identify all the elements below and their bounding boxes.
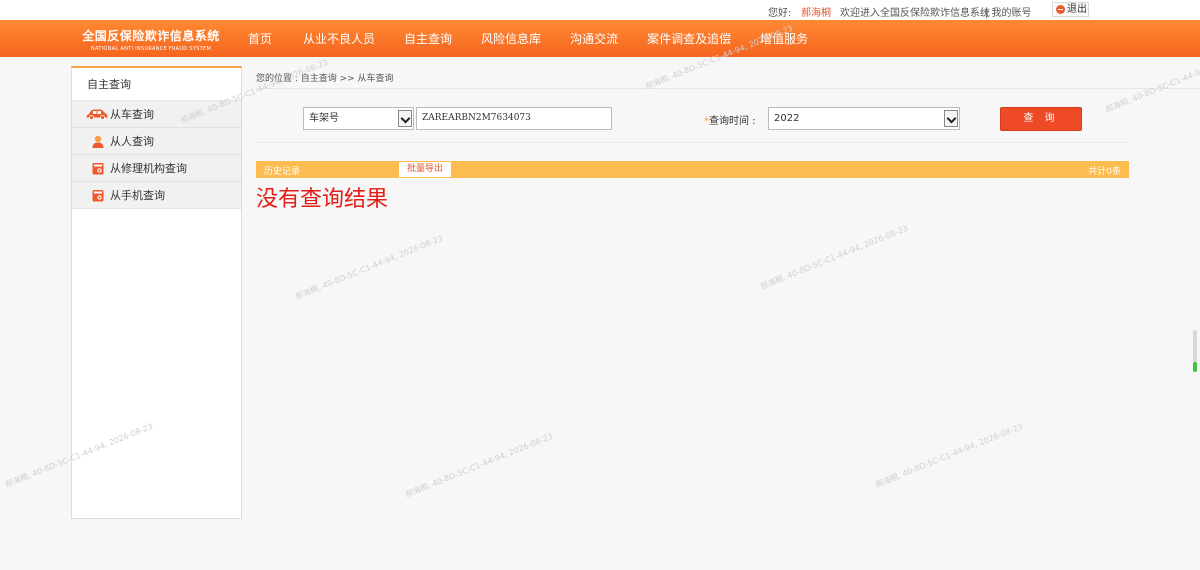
- scrollbar-thumb[interactable]: [1193, 362, 1197, 372]
- sidebar-title: 自主查询: [72, 68, 241, 101]
- search-type-value: 车架号: [309, 113, 339, 124]
- sidebar-item-vehicle-query[interactable]: 从车查询: [72, 101, 241, 128]
- sidebar-item-label: 从手机查询: [110, 189, 165, 202]
- search-form: 车架号 ZAREARBN2M7634073 *查询时间 : 2022 查 询: [256, 105, 1129, 143]
- vin-input[interactable]: ZAREARBN2M7634073: [416, 107, 612, 130]
- query-time-select[interactable]: 2022: [768, 107, 960, 130]
- logout-label: 退出: [1067, 4, 1087, 15]
- nav-bad-practitioners[interactable]: 从业不良人员: [292, 20, 386, 57]
- breadcrumb: 您的位置 : 自主查询 >> 从车查询: [256, 71, 1200, 89]
- logout-button[interactable]: 退出: [1052, 2, 1089, 17]
- search-type-select[interactable]: 车架号: [303, 107, 414, 130]
- sidebar-item-label: 从修理机构查询: [110, 162, 187, 175]
- chevron-down-icon[interactable]: [944, 110, 958, 127]
- sidebar-item-phone-query[interactable]: 从手机查询: [72, 182, 241, 209]
- sidebar-item-label: 从车查询: [110, 108, 154, 121]
- query-time-text: 查询时间 :: [709, 116, 756, 127]
- watermark: 郝海桐, 40-8D-5C-C1-44-94, 2026-08-23: [874, 421, 1025, 490]
- document-icon: [92, 190, 104, 202]
- query-time-value: 2022: [774, 113, 800, 124]
- logo-subtitle: NATIONAL ANTI INSURANCE FRAUD SYSTEM: [90, 46, 212, 52]
- watermark: 郝海桐, 40-8D-5C-C1-44-94, 2026-08-23: [404, 431, 555, 500]
- main-nav: 首页 从业不良人员 自主查询 风险信息库 沟通交流 案件调查及追偿 增值服务: [237, 20, 826, 57]
- logout-icon: [1056, 5, 1065, 14]
- nav-value-added[interactable]: 增值服务: [749, 20, 819, 57]
- history-label: 历史记录: [264, 167, 301, 177]
- result-bar: 历史记录 批量导出 共计0条: [256, 161, 1129, 178]
- top-strip: 您好: 郝海桐 欢迎进入全国反保险欺诈信息系统 | 我的账号 退出: [0, 0, 1200, 20]
- welcome-text: 欢迎进入全国反保险欺诈信息系统: [840, 8, 990, 19]
- car-icon: [86, 109, 108, 120]
- nav-risk-database[interactable]: 风险信息库: [470, 20, 552, 57]
- watermark: 郝海桐, 40-8D-5C-C1-44-94, 2026-08-23: [294, 233, 445, 302]
- watermark: 郝海桐, 40-8D-5C-C1-44-94, 2026-08-23: [759, 223, 910, 292]
- sidebar-item-repair-shop-query[interactable]: 从修理机构查询: [72, 155, 241, 182]
- nav-case-investigation[interactable]: 案件调查及追偿: [636, 20, 742, 57]
- document-icon: [92, 163, 104, 175]
- logo-title: 全国反保险欺诈信息系统: [82, 29, 220, 43]
- query-time-label: *查询时间 :: [704, 112, 756, 127]
- nav-home[interactable]: 首页: [237, 20, 283, 57]
- username-link[interactable]: 郝海桐: [801, 4, 831, 19]
- batch-export-button[interactable]: 批量导出: [399, 162, 451, 177]
- my-account-link[interactable]: | 我的账号: [985, 4, 1032, 19]
- nav-self-query[interactable]: 自主查询: [393, 20, 463, 57]
- empty-result-message: 没有查询结果: [256, 187, 389, 212]
- header: 全国反保险欺诈信息系统 NATIONAL ANTI INSURANCE FRAU…: [0, 20, 1200, 57]
- chevron-down-icon[interactable]: [398, 110, 412, 127]
- logo[interactable]: 全国反保险欺诈信息系统 NATIONAL ANTI INSURANCE FRAU…: [76, 20, 226, 57]
- sidebar-item-label: 从人查询: [110, 135, 154, 148]
- sidebar: 自主查询 从车查询 从人查询 从修理机构查询 从手机查询: [71, 66, 242, 519]
- greeting-text: 您好:: [768, 8, 792, 19]
- query-button[interactable]: 查 询: [1000, 107, 1082, 131]
- sidebar-item-person-query[interactable]: 从人查询: [72, 128, 241, 155]
- person-icon: [92, 135, 104, 148]
- total-count: 共计0条: [1088, 167, 1121, 177]
- nav-communication[interactable]: 沟通交流: [559, 20, 629, 57]
